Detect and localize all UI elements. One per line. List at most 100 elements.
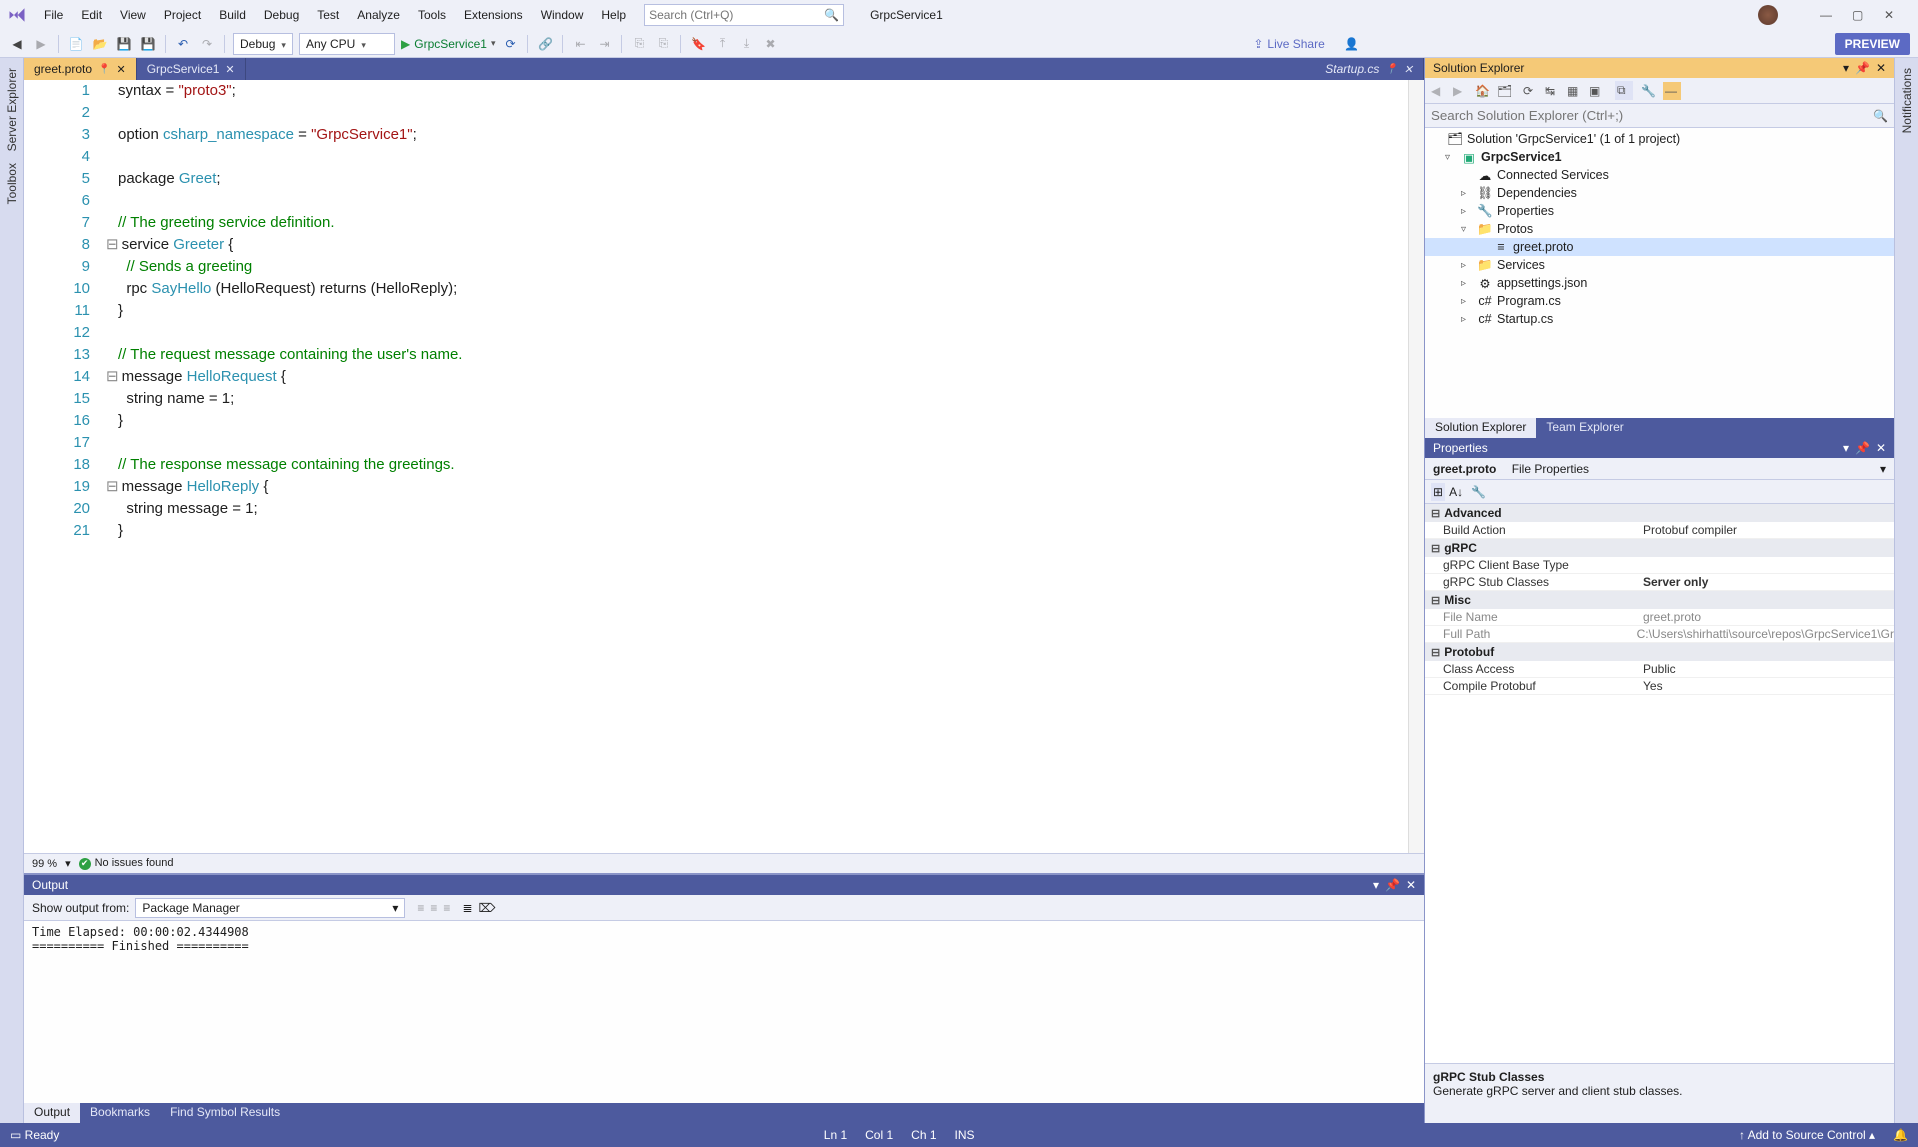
start-debug-button[interactable]: GrpcService1 ▾ xyxy=(401,37,495,51)
rail-toolbox[interactable]: Toolbox xyxy=(3,157,21,210)
output-source-dropdown[interactable]: Package Manager▾ xyxy=(135,898,405,918)
sln-root[interactable]: 🗂Solution 'GrpcService1' (1 of 1 project… xyxy=(1425,130,1894,148)
live-share-button[interactable]: ⇪ Live Share xyxy=(1253,37,1324,51)
open-icon[interactable]: 📂 xyxy=(91,35,109,53)
tab-team-explorer[interactable]: Team Explorer xyxy=(1536,418,1633,438)
issues-indicator[interactable]: No issues found xyxy=(79,857,174,870)
redo-icon[interactable]: ↷ xyxy=(198,35,216,53)
tab-find-symbol[interactable]: Find Symbol Results xyxy=(160,1103,290,1123)
props-pin-icon[interactable]: 📌 xyxy=(1855,441,1870,455)
output-clear2-icon[interactable]: ⌦ xyxy=(479,901,496,915)
maximize-icon[interactable]: ▢ xyxy=(1852,8,1866,22)
quick-search[interactable]: 🔍 xyxy=(644,4,844,26)
prop-cat-advanced[interactable]: Advanced xyxy=(1425,504,1894,522)
preview-badge[interactable]: PREVIEW xyxy=(1835,33,1910,55)
forward-icon[interactable]: ▶ xyxy=(32,35,50,53)
zoom-caret-icon[interactable]: ▾ xyxy=(65,857,71,870)
se-search-input[interactable] xyxy=(1431,108,1873,123)
se-showall-icon[interactable]: ▦ xyxy=(1567,84,1585,98)
rail-notifications[interactable]: Notifications xyxy=(1898,62,1916,139)
prop-grpc-client-base-type[interactable]: gRPC Client Base Type xyxy=(1425,557,1894,574)
panel-pin-icon[interactable]: 📌 xyxy=(1385,878,1400,892)
menu-analyze[interactable]: Analyze xyxy=(349,4,408,26)
se-viewcode-icon[interactable]: — xyxy=(1663,82,1681,100)
prop-full-path[interactable]: Full PathC:\Users\shirhatti\source\repos… xyxy=(1425,626,1894,643)
se-preview-icon[interactable]: ▣ xyxy=(1589,84,1607,98)
panel-close-icon[interactable]: ✕ xyxy=(1406,878,1416,892)
node-startup-cs[interactable]: ▹c#Startup.cs xyxy=(1425,310,1894,328)
project-node[interactable]: ▿▣GrpcService1 xyxy=(1425,148,1894,166)
close-icon[interactable]: ✕ xyxy=(225,63,234,76)
feedback-icon[interactable]: 👤 xyxy=(1343,35,1361,53)
uncomment-icon[interactable]: ⎘ xyxy=(654,35,672,53)
panel-menu-icon[interactable]: ▾ xyxy=(1373,878,1379,892)
status-col[interactable]: Col 1 xyxy=(865,1128,893,1142)
menu-help[interactable]: Help xyxy=(593,4,634,26)
se-properties-icon[interactable]: 🔧 xyxy=(1641,84,1659,98)
node-dependencies[interactable]: ▹⛓Dependencies xyxy=(1425,184,1894,202)
se-tree[interactable]: 🗂Solution 'GrpcService1' (1 of 1 project… xyxy=(1425,128,1894,418)
se-close-icon[interactable]: ✕ xyxy=(1876,61,1886,75)
pin-icon[interactable]: 📍 xyxy=(1385,64,1397,75)
quick-search-input[interactable] xyxy=(649,8,824,22)
indent-in-icon[interactable]: ⇥ xyxy=(595,35,613,53)
back-icon[interactable]: ◀ xyxy=(8,35,26,53)
node-protos[interactable]: ▿📁Protos xyxy=(1425,220,1894,238)
node-connected-services[interactable]: ☁Connected Services xyxy=(1425,166,1894,184)
node-properties[interactable]: ▹🔧Properties xyxy=(1425,202,1894,220)
new-project-icon[interactable]: 📄 xyxy=(67,35,85,53)
tab-greet-proto[interactable]: greet.proto📍✕ xyxy=(24,58,137,80)
prop-compile-protobuf[interactable]: Compile ProtobufYes xyxy=(1425,678,1894,695)
props-wrench-icon[interactable]: 🔧 xyxy=(1471,485,1486,499)
prop-build-action[interactable]: Build ActionProtobuf compiler xyxy=(1425,522,1894,539)
tab-bookmarks[interactable]: Bookmarks xyxy=(80,1103,160,1123)
se-scope-icon[interactable]: ⧉ xyxy=(1615,81,1633,100)
tab-startup-cs[interactable]: Startup.cs📍✕ xyxy=(1315,58,1424,80)
menu-edit[interactable]: Edit xyxy=(73,4,110,26)
save-icon[interactable]: 💾 xyxy=(115,35,133,53)
menu-test[interactable]: Test xyxy=(309,4,347,26)
se-pin-icon[interactable]: 📌 xyxy=(1855,61,1870,75)
tab-output[interactable]: Output xyxy=(24,1103,80,1123)
tab-grpcservice1[interactable]: GrpcService1✕ xyxy=(137,58,246,80)
user-avatar[interactable] xyxy=(1758,5,1778,25)
prop-cat-grpc[interactable]: gRPC xyxy=(1425,539,1894,557)
se-home-icon[interactable]: 🏠 xyxy=(1475,84,1493,98)
prop-cat-protobuf[interactable]: Protobuf xyxy=(1425,643,1894,661)
menu-debug[interactable]: Debug xyxy=(256,4,307,26)
next-bookmark-icon[interactable]: ⤓ xyxy=(737,35,755,53)
minimize-icon[interactable]: — xyxy=(1820,8,1834,22)
prop-cat-misc[interactable]: Misc xyxy=(1425,591,1894,609)
prop-class-access[interactable]: Class AccessPublic xyxy=(1425,661,1894,678)
notifications-icon[interactable]: 🔔 xyxy=(1893,1128,1908,1142)
output-next-icon[interactable]: ≡ xyxy=(430,901,437,915)
se-menu-icon[interactable]: ▾ xyxy=(1843,61,1849,75)
prop-file-name[interactable]: File Namegreet.proto xyxy=(1425,609,1894,626)
close-icon[interactable]: ✕ xyxy=(1884,8,1898,22)
prop-grpc-stub-classes[interactable]: gRPC Stub ClassesServer only xyxy=(1425,574,1894,591)
platform-dropdown[interactable]: Any CPU xyxy=(299,33,395,55)
menu-build[interactable]: Build xyxy=(211,4,254,26)
se-fwd-icon[interactable]: ▶ xyxy=(1453,84,1471,98)
props-menu-icon[interactable]: ▾ xyxy=(1843,441,1849,455)
se-back-icon[interactable]: ◀ xyxy=(1431,84,1449,98)
output-clear-icon[interactable]: ≡ xyxy=(443,901,450,915)
menu-extensions[interactable]: Extensions xyxy=(456,4,531,26)
menu-window[interactable]: Window xyxy=(533,4,592,26)
browser-link-icon[interactable]: 🔗 xyxy=(536,35,554,53)
status-ins[interactable]: INS xyxy=(955,1128,975,1142)
alpha-icon[interactable]: A↓ xyxy=(1449,485,1463,499)
prev-bookmark-icon[interactable]: ⤒ xyxy=(713,35,731,53)
menu-project[interactable]: Project xyxy=(156,4,209,26)
node-appsettings-json[interactable]: ▹⚙appsettings.json xyxy=(1425,274,1894,292)
undo-icon[interactable]: ↶ xyxy=(174,35,192,53)
bookmark-icon[interactable]: 🔖 xyxy=(689,35,707,53)
menu-tools[interactable]: Tools xyxy=(410,4,454,26)
prop-grid[interactable]: AdvancedBuild ActionProtobuf compilergRP… xyxy=(1425,504,1894,1063)
pin-icon[interactable]: 📍 xyxy=(98,64,110,75)
status-ch[interactable]: Ch 1 xyxy=(911,1128,936,1142)
node-greet-proto[interactable]: ≡greet.proto xyxy=(1425,238,1894,256)
comment-icon[interactable]: ⎘ xyxy=(630,35,648,53)
refresh-icon[interactable]: ⟳ xyxy=(501,35,519,53)
save-all-icon[interactable]: 💾 xyxy=(139,35,157,53)
